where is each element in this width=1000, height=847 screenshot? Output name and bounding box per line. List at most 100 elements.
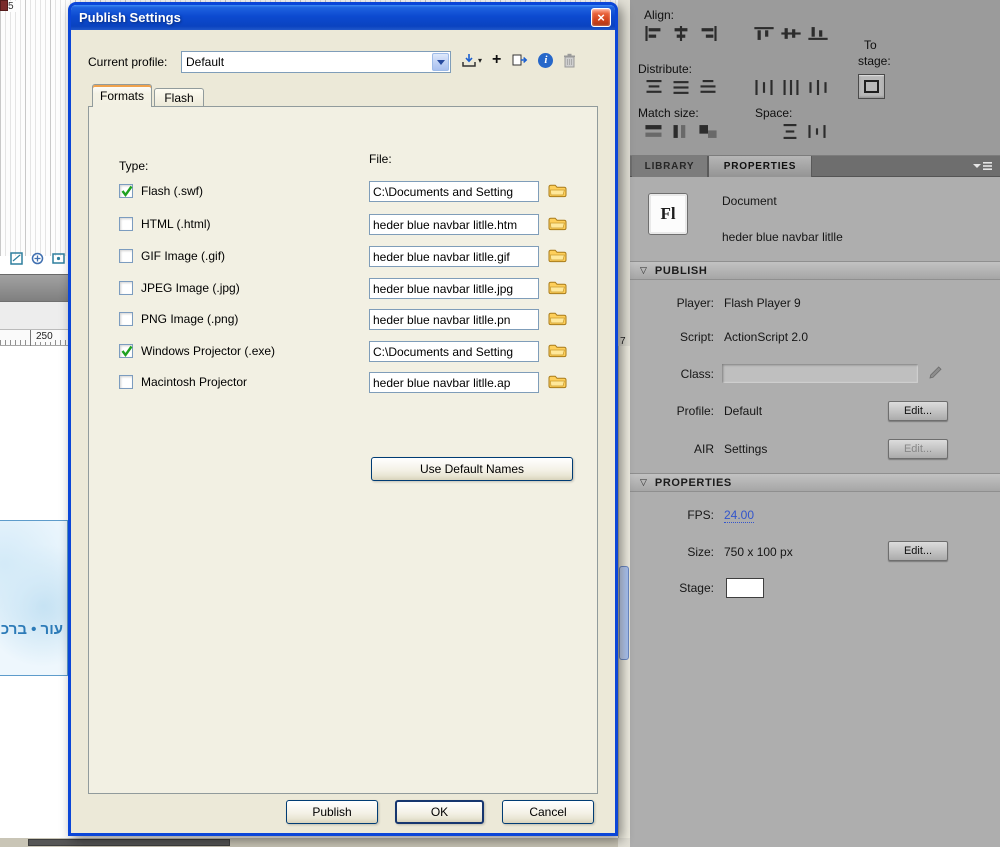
folder-button-flash[interactable] bbox=[546, 183, 568, 201]
format-row-windows-projector: Windows Projector (.exe) bbox=[89, 341, 597, 363]
checkbox-jpeg[interactable] bbox=[119, 281, 133, 295]
tab-formats[interactable]: Formats bbox=[92, 84, 152, 107]
file-input-windows-projector[interactable] bbox=[369, 341, 539, 362]
import-export-profile-button[interactable]: ▾ bbox=[461, 53, 482, 67]
folder-icon bbox=[548, 184, 566, 198]
current-profile-dropdown[interactable]: Default bbox=[181, 51, 451, 73]
align-bottom-edge-icon[interactable] bbox=[808, 26, 828, 41]
dialog-titlebar[interactable]: Publish Settings bbox=[71, 5, 615, 30]
size-edit-button[interactable]: Edit... bbox=[888, 541, 948, 561]
new-symbol-icon[interactable] bbox=[31, 252, 44, 265]
delete-profile-button[interactable] bbox=[563, 53, 576, 68]
align-panel: Align: Distribute: Match size: Space: To… bbox=[630, 0, 1000, 156]
document-type-icon: Fl bbox=[648, 193, 688, 235]
tab-library[interactable]: LIBRARY bbox=[632, 156, 708, 177]
info-icon: i bbox=[538, 52, 554, 68]
align-section-label: Align: bbox=[644, 8, 675, 22]
tab-properties[interactable]: PROPERTIES bbox=[708, 156, 812, 177]
pencil-icon[interactable] bbox=[928, 365, 944, 380]
check-icon bbox=[121, 345, 133, 358]
folder-button-gif[interactable] bbox=[546, 248, 568, 266]
file-input-flash[interactable] bbox=[369, 181, 539, 202]
folder-icon bbox=[548, 375, 566, 389]
file-input-gif[interactable] bbox=[369, 246, 539, 267]
match-height-icon[interactable] bbox=[671, 124, 691, 139]
file-input-jpeg[interactable] bbox=[369, 278, 539, 299]
checkbox-windows-projector[interactable] bbox=[119, 344, 133, 358]
align-top-edge-icon[interactable] bbox=[754, 26, 774, 41]
file-input-html[interactable] bbox=[369, 214, 539, 235]
align-right-edge-icon[interactable] bbox=[698, 26, 718, 41]
check-icon bbox=[121, 185, 133, 198]
align-vertical-center-icon[interactable] bbox=[781, 26, 801, 41]
fps-value[interactable]: 24.00 bbox=[724, 508, 755, 523]
checkbox-png[interactable] bbox=[119, 312, 133, 326]
distribute-bottom-edge-icon[interactable] bbox=[698, 80, 718, 95]
publish-section-title: PUBLISH bbox=[654, 264, 708, 277]
scene-icon[interactable] bbox=[52, 252, 65, 265]
folder-button-png[interactable] bbox=[546, 311, 568, 329]
folder-button-jpeg[interactable] bbox=[546, 280, 568, 298]
use-default-names-button[interactable]: Use Default Names bbox=[371, 457, 573, 481]
match-size-group bbox=[644, 124, 718, 139]
folder-icon bbox=[548, 217, 566, 231]
air-edit-button[interactable]: Edit... bbox=[888, 439, 948, 459]
stage-hebrew-text: עור • ברכ bbox=[0, 621, 63, 638]
panel-menu-icon[interactable] bbox=[972, 160, 994, 172]
cancel-button[interactable]: Cancel bbox=[502, 800, 594, 824]
checkbox-macintosh-projector[interactable] bbox=[119, 375, 133, 389]
folder-icon bbox=[548, 312, 566, 326]
dialog-title: Publish Settings bbox=[79, 10, 181, 25]
properties-section-header[interactable]: ▽ PROPERTIES bbox=[630, 473, 1000, 492]
vertical-scrollbar-thumb[interactable] bbox=[619, 566, 629, 660]
checkbox-gif[interactable] bbox=[119, 249, 133, 263]
align-horizontal-center-icon[interactable] bbox=[671, 26, 691, 41]
profile-edit-button[interactable]: Edit... bbox=[888, 401, 948, 421]
checkbox-flash[interactable] bbox=[119, 184, 133, 198]
folder-button-html[interactable] bbox=[546, 216, 568, 234]
space-evenly-horizontally-icon[interactable] bbox=[807, 124, 827, 139]
close-icon[interactable]: × bbox=[591, 8, 611, 27]
space-evenly-vertically-icon[interactable] bbox=[780, 124, 800, 139]
distribute-right-edge-icon[interactable] bbox=[808, 80, 828, 95]
match-width-icon[interactable] bbox=[644, 124, 664, 139]
plus-icon: + bbox=[492, 51, 502, 68]
document-name[interactable]: heder blue navbar litlle bbox=[722, 230, 843, 244]
profile-properties-button[interactable]: i bbox=[538, 52, 554, 68]
format-label: JPEG Image (.jpg) bbox=[141, 281, 240, 295]
align-left-edge-icon[interactable] bbox=[644, 26, 664, 41]
file-input-macintosh-projector[interactable] bbox=[369, 372, 539, 393]
folder-button-macintosh-projector[interactable] bbox=[546, 374, 568, 392]
size-label: Size: bbox=[687, 545, 714, 559]
stage-artwork[interactable]: עור • ברכ bbox=[0, 520, 68, 676]
duplicate-profile-button[interactable] bbox=[511, 53, 528, 67]
format-label: GIF Image (.gif) bbox=[141, 249, 226, 263]
edit-symbol-icon[interactable] bbox=[10, 252, 23, 265]
class-input[interactable] bbox=[722, 364, 918, 383]
folder-button-windows-projector[interactable] bbox=[546, 343, 568, 361]
horizontal-scrollbar-thumb[interactable] bbox=[28, 839, 230, 846]
ok-button[interactable]: OK bbox=[395, 800, 484, 824]
air-label: AIR bbox=[693, 442, 714, 456]
to-stage-toggle-button[interactable] bbox=[858, 74, 885, 99]
distribute-vertical-center-icon[interactable] bbox=[671, 80, 691, 95]
new-profile-button[interactable]: + bbox=[492, 52, 501, 68]
type-column-header: Type: bbox=[119, 159, 149, 173]
publish-section-header[interactable]: ▽ PUBLISH bbox=[630, 261, 1000, 280]
dropdown-arrow-button[interactable] bbox=[432, 53, 449, 71]
properties-section-title: PROPERTIES bbox=[654, 476, 732, 489]
format-row-png: PNG Image (.png) bbox=[89, 309, 597, 331]
distribute-left-edge-icon[interactable] bbox=[754, 80, 774, 95]
distribute-horizontal-center-icon[interactable] bbox=[781, 80, 801, 95]
distribute-top-edge-icon[interactable] bbox=[644, 80, 664, 95]
tab-flash[interactable]: Flash bbox=[154, 88, 204, 107]
layer-color-chip bbox=[0, 0, 8, 11]
current-profile-value: Default bbox=[186, 55, 225, 69]
match-width-and-height-icon[interactable] bbox=[698, 124, 718, 139]
distribute-horizontal-group bbox=[754, 80, 828, 95]
stage-color-swatch[interactable] bbox=[726, 578, 764, 598]
panel-tab-bar: LIBRARY PROPERTIES bbox=[630, 156, 1000, 177]
checkbox-html[interactable] bbox=[119, 217, 133, 231]
publish-button[interactable]: Publish bbox=[286, 800, 378, 824]
file-input-png[interactable] bbox=[369, 309, 539, 330]
